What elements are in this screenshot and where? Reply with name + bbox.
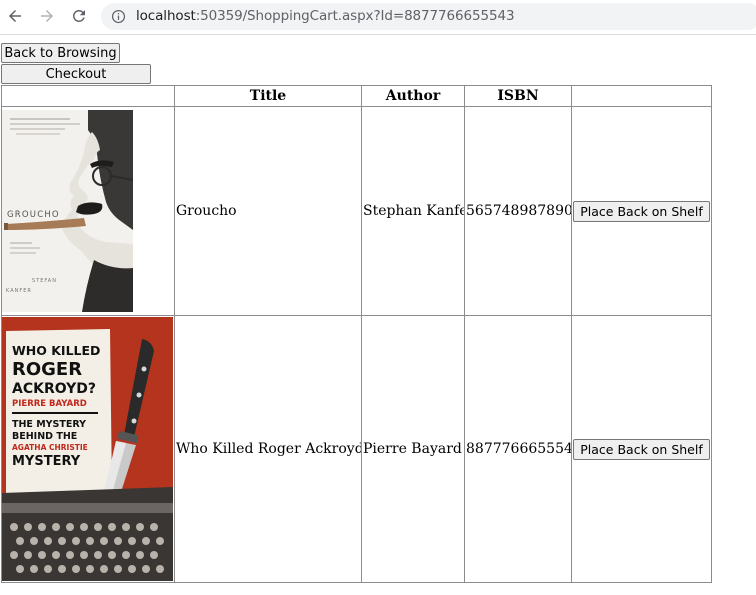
arrow-left-icon [9, 10, 21, 22]
cover-author: PIERRE BAYARD [12, 399, 87, 409]
title-cell: Groucho [174, 106, 362, 316]
cover-cell: GROUCHO STEFAN KANFER [1, 106, 175, 316]
forward-nav-button[interactable] [35, 4, 59, 28]
action-cell: Place Back on Shelf [571, 315, 712, 583]
book-cover-groucho: GROUCHO STEFAN KANFER [2, 110, 133, 312]
address-bar[interactable]: localhost:50359/ShoppingCart.aspx?Id=887… [101, 3, 756, 30]
table-row: WHO KILLED ROGER ACKROYD? PIERRE BAYARD … [1, 315, 712, 583]
reload-button[interactable] [67, 4, 91, 28]
reload-icon [72, 9, 85, 22]
cover-cell: WHO KILLED ROGER ACKROYD? PIERRE BAYARD … [1, 315, 175, 583]
action-cell: Place Back on Shelf [571, 106, 712, 316]
book-cover-ackroyd: WHO KILLED ROGER ACKROYD? PIERRE BAYARD … [2, 317, 173, 581]
checkout-button[interactable]: Checkout [1, 64, 151, 84]
isbn-cell: 8877766655543 [464, 315, 572, 583]
table-header-row: Title Author ISBN [1, 85, 712, 107]
table-row: GROUCHO STEFAN KANFER Groucho Stephan Ka… [1, 106, 712, 316]
url-host: localhost [136, 8, 196, 24]
column-header-isbn: ISBN [464, 85, 572, 107]
author-cell: Stephan Kanfer [361, 106, 465, 316]
cover-author-line2: KANFER [6, 288, 32, 294]
cover-sub4: MYSTERY [12, 454, 81, 469]
cover-author-line1: STEFAN [32, 278, 57, 284]
author-cell: Pierre Bayard [361, 315, 465, 583]
cover-line1: WHO KILLED [12, 343, 100, 358]
isbn-cell: 5657489878901 [464, 106, 572, 316]
back-nav-button[interactable] [3, 4, 27, 28]
browser-toolbar: localhost:50359/ShoppingCart.aspx?Id=887… [0, 0, 756, 35]
cart-table: Title Author ISBN GROUCHO STEFAN KANFER … [1, 85, 712, 583]
back-to-browsing-button[interactable]: Back to Browsing [1, 43, 120, 63]
url-text: localhost:50359/ShoppingCart.aspx?Id=887… [136, 8, 515, 24]
column-header-action [571, 85, 712, 107]
info-icon[interactable] [111, 9, 126, 24]
cover-line2: ROGER [12, 359, 82, 380]
cover-sub1: THE MYSTERY [12, 419, 86, 430]
cover-sub2: BEHIND THE [12, 431, 77, 442]
column-header-author: Author [361, 85, 465, 107]
column-header-title: Title [174, 85, 362, 107]
place-back-on-shelf-button[interactable]: Place Back on Shelf [573, 200, 710, 222]
place-back-on-shelf-button[interactable]: Place Back on Shelf [573, 438, 710, 460]
arrow-right-icon [41, 10, 53, 22]
title-cell: Who Killed Roger Ackroyd? [174, 315, 362, 583]
cover-title-text: GROUCHO [7, 210, 60, 220]
cover-sub3: AGATHA CHRISTIE [12, 443, 88, 452]
cover-line3: ACKROYD? [12, 381, 96, 397]
url-path: :50359/ShoppingCart.aspx?Id=887776665554… [195, 8, 515, 24]
column-header-image [1, 85, 175, 107]
